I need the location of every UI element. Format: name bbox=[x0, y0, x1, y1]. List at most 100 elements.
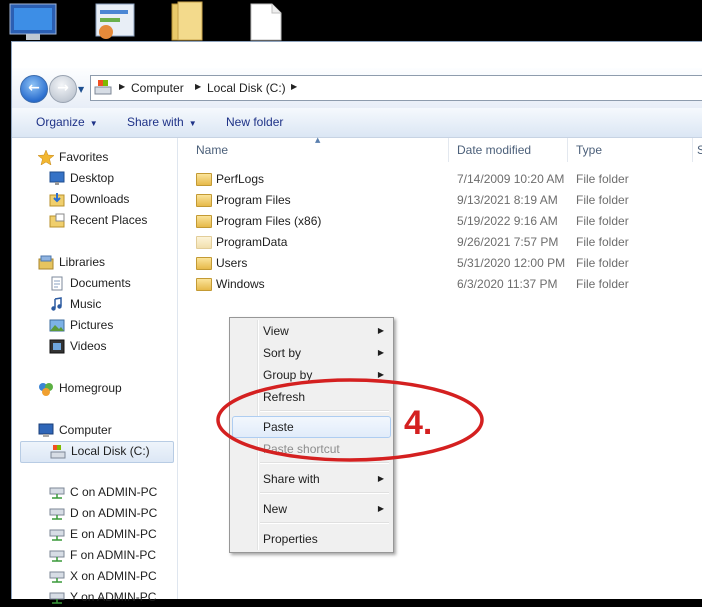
nav-label: Desktop bbox=[70, 171, 115, 185]
menu-item-properties[interactable]: Properties bbox=[232, 529, 391, 549]
nav-label: Videos bbox=[70, 339, 107, 353]
breadcrumb-local-disk[interactable]: Local Disk (C:) bbox=[207, 81, 286, 95]
menu-item-label: Sort by bbox=[263, 346, 302, 360]
file-date: 6/3/2020 11:37 PM bbox=[457, 277, 558, 291]
submenu-arrow-icon: ▶ bbox=[377, 504, 384, 513]
network-drive-icon bbox=[49, 571, 65, 583]
breadcrumb-computer[interactable]: Computer bbox=[131, 81, 184, 95]
file-type: File folder bbox=[576, 256, 629, 270]
sort-ascending-icon: ▲ bbox=[315, 136, 321, 144]
back-button[interactable]: ← bbox=[20, 75, 48, 103]
new-folder-button[interactable]: New folder bbox=[226, 115, 283, 129]
navigation-pane: Favorites Desktop Downloads Recent Place… bbox=[12, 138, 178, 604]
computer-desktop-icon[interactable] bbox=[6, 0, 62, 42]
desktop-icon bbox=[49, 171, 65, 185]
breadcrumb-separator-icon[interactable]: ▶ bbox=[195, 82, 201, 91]
file-type: File folder bbox=[576, 235, 629, 249]
libraries-icon bbox=[38, 255, 54, 270]
command-bar: Organize ▼ Share with ▼ New folder bbox=[12, 108, 702, 138]
menu-item-sort-by[interactable]: Sort by ▶ bbox=[232, 343, 391, 363]
share-with-button[interactable]: Share with ▼ bbox=[127, 115, 197, 129]
nav-label: Local Disk (C:) bbox=[71, 444, 150, 458]
file-type: File folder bbox=[576, 172, 629, 186]
chevron-down-icon: ▼ bbox=[188, 119, 197, 128]
file-type: File folder bbox=[576, 277, 629, 291]
music-icon bbox=[51, 297, 62, 311]
chevron-down-icon: ▼ bbox=[89, 119, 98, 128]
nav-label: F on ADMIN-PC bbox=[70, 548, 157, 562]
address-box[interactable]: ▶ Computer ▶ Local Disk (C:) ▶ bbox=[90, 75, 702, 101]
forward-button[interactable]: → bbox=[49, 75, 77, 103]
file-name: ProgramData bbox=[216, 235, 288, 249]
nav-label: Music bbox=[70, 297, 102, 311]
documents-icon bbox=[51, 276, 63, 291]
file-row-programdata[interactable]: ProgramData 9/26/2021 7:57 PM File folde… bbox=[178, 232, 702, 253]
menu-item-label: Properties bbox=[263, 532, 318, 546]
network-drive-icon bbox=[49, 529, 65, 541]
file-name: PerfLogs bbox=[216, 172, 265, 186]
pictures-icon bbox=[49, 319, 65, 332]
file-row-users[interactable]: Users 5/31/2020 12:00 PM File folder bbox=[178, 253, 702, 274]
file-row-perflogs[interactable]: PerfLogs 7/14/2009 10:20 AM File folder bbox=[178, 169, 702, 190]
column-header-name[interactable]: Name bbox=[178, 138, 449, 162]
share-with-label: Share with bbox=[127, 115, 184, 129]
drive-icon bbox=[50, 445, 66, 459]
menu-separator bbox=[260, 522, 389, 524]
column-header-label: Date modified bbox=[457, 143, 532, 157]
file-type: File folder bbox=[576, 214, 629, 228]
file-name: Windows bbox=[216, 277, 265, 291]
file-type: File folder bbox=[576, 193, 629, 207]
nav-label: Favorites bbox=[59, 150, 109, 164]
folder-icon bbox=[196, 194, 212, 207]
column-header-type[interactable]: Type bbox=[569, 138, 693, 162]
nav-label: Pictures bbox=[70, 318, 114, 332]
nav-label: Libraries bbox=[59, 255, 106, 269]
menu-item-share-with[interactable]: Share with ▶ bbox=[232, 469, 391, 489]
network-drive-icon bbox=[49, 550, 65, 562]
file-name: Program Files bbox=[216, 193, 291, 207]
column-header-size[interactable]: S bbox=[694, 138, 702, 162]
nav-label: C on ADMIN-PC bbox=[70, 485, 158, 499]
column-header-date-modified[interactable]: Date modified bbox=[450, 138, 568, 162]
nav-label: Downloads bbox=[70, 192, 130, 206]
file-row-windows[interactable]: Windows 6/3/2020 11:37 PM File folder bbox=[178, 274, 702, 295]
menu-separator bbox=[260, 492, 389, 494]
submenu-arrow-icon: ▶ bbox=[377, 474, 384, 483]
organize-button[interactable]: Organize ▼ bbox=[36, 115, 98, 129]
file-date: 5/19/2022 9:16 AM bbox=[457, 214, 558, 228]
folder-icon bbox=[196, 173, 212, 186]
breadcrumb-separator-icon[interactable]: ▶ bbox=[119, 82, 125, 91]
nav-label: Documents bbox=[70, 276, 131, 290]
annotation-step-label: 4. bbox=[404, 404, 433, 442]
menu-item-label: Share with bbox=[263, 472, 320, 486]
star-icon bbox=[38, 150, 54, 165]
recent-pages-chevron-icon[interactable]: ▼ bbox=[78, 85, 84, 94]
computer-icon bbox=[38, 423, 54, 437]
file-date: 9/13/2021 8:19 AM bbox=[457, 193, 558, 207]
document-desktop-icon[interactable] bbox=[248, 0, 284, 42]
network-drive-icon bbox=[49, 508, 65, 520]
file-name: Users bbox=[216, 256, 248, 270]
file-date: 9/26/2021 7:57 PM bbox=[457, 235, 559, 249]
folder-desktop-icon[interactable] bbox=[168, 0, 208, 42]
breadcrumb-separator-icon[interactable]: ▶ bbox=[291, 82, 297, 91]
file-row-program-files-x86[interactable]: Program Files (x86) 5/19/2022 9:16 AM Fi… bbox=[178, 211, 702, 232]
control-panel-desktop-icon[interactable] bbox=[92, 0, 138, 42]
file-row-program-files[interactable]: Program Files 9/13/2021 8:19 AM File fol… bbox=[178, 190, 702, 211]
title-bar[interactable] bbox=[12, 42, 702, 68]
nav-label: Computer bbox=[59, 423, 112, 437]
nav-label: Homegroup bbox=[59, 381, 122, 395]
file-name: Program Files (x86) bbox=[216, 214, 322, 228]
menu-item-label: View bbox=[263, 324, 289, 338]
network-drive-icon bbox=[49, 487, 65, 499]
menu-item-label: New bbox=[263, 502, 288, 516]
videos-icon bbox=[49, 339, 65, 354]
column-header-label: Name bbox=[196, 143, 229, 157]
column-header-label: Type bbox=[576, 143, 603, 157]
menu-item-new[interactable]: New ▶ bbox=[232, 499, 391, 519]
menu-item-view[interactable]: View ▶ bbox=[232, 321, 391, 341]
back-arrow-icon: ← bbox=[28, 80, 40, 96]
nav-local-disk-c[interactable]: Local Disk (C:) bbox=[20, 441, 174, 463]
address-bar: ← → ▼ ▶ Computer ▶ Local Disk (C:) ▶ bbox=[12, 68, 702, 108]
folder-icon bbox=[196, 278, 212, 291]
